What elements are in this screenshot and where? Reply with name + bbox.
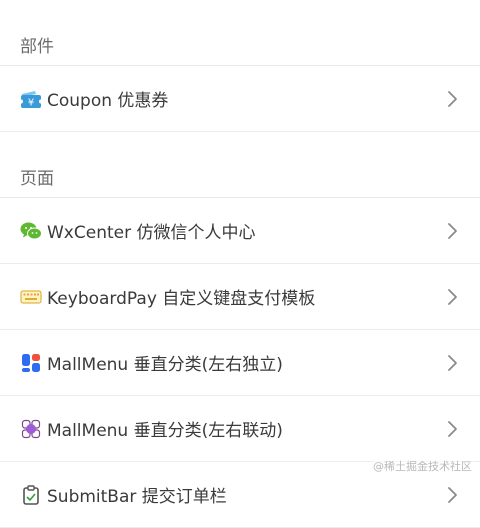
list-item-label: MallMenu 垂直分类(左右独立) (47, 355, 283, 375)
chevron-right-icon (448, 420, 457, 437)
list-item-mallmenu-linked[interactable]: MallMenu 垂直分类(左右联动) (0, 396, 480, 462)
wechat-icon (20, 220, 42, 242)
clipboard-icon (20, 484, 42, 506)
keyboard-icon (20, 286, 42, 308)
chevron-right-icon (448, 354, 457, 371)
page: 部件 ¥ Coupon 优惠券 页面 WxCenter 仿微信个人中心 Keyb… (0, 0, 480, 528)
coupon-ticket-icon: ¥ (20, 88, 42, 110)
list-item-label: SubmitBar 提交订单栏 (47, 487, 227, 507)
list-item-coupon[interactable]: ¥ Coupon 优惠券 (0, 66, 480, 132)
list-item-label: MallMenu 垂直分类(左右联动) (47, 421, 283, 441)
list-item-label: WxCenter 仿微信个人中心 (47, 223, 256, 243)
svg-text:¥: ¥ (28, 97, 34, 108)
list-item-label: KeyboardPay 自定义键盘支付模板 (47, 289, 316, 309)
list-item-label: Coupon 优惠券 (47, 91, 169, 111)
blocks-grid-icon (20, 352, 42, 374)
chevron-right-icon (448, 486, 457, 503)
chevron-right-icon (448, 288, 457, 305)
list-item-mallmenu-independent[interactable]: MallMenu 垂直分类(左右独立) (0, 330, 480, 396)
chevron-right-icon (448, 222, 457, 239)
list-item-keyboardpay[interactable]: KeyboardPay 自定义键盘支付模板 (0, 264, 480, 330)
list-item-wxcenter[interactable]: WxCenter 仿微信个人中心 (0, 198, 480, 264)
watermark: @稀土掘金技术社区 (371, 458, 474, 474)
flower-grid-icon (20, 418, 42, 440)
section-header-widgets: 部件 (0, 0, 480, 66)
section-header-pages: 页面 (0, 132, 480, 198)
chevron-right-icon (448, 90, 457, 107)
